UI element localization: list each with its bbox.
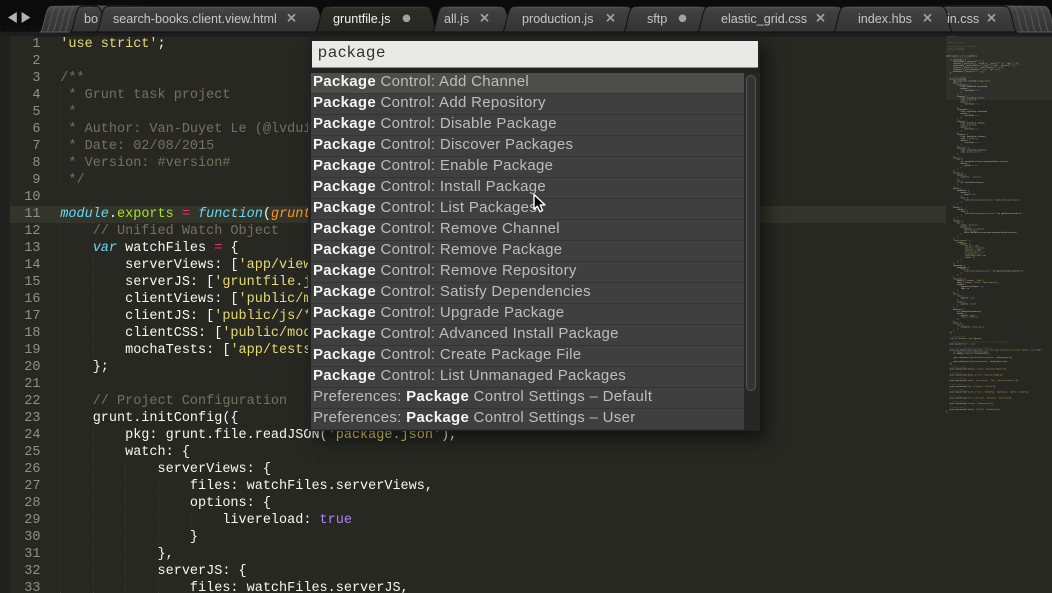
svg-text:index.hbs: index.hbs [858,12,912,26]
svg-text:gruntfile.js: gruntfile.js [333,12,390,26]
svg-text:elastic_grid.css: elastic_grid.css [721,12,807,26]
svg-text:in.css: in.css [947,12,979,26]
svg-text:sftp: sftp [647,12,667,26]
svg-text:search-books.client.view.html: search-books.client.view.html [113,12,277,26]
svg-text:bo: bo [84,12,98,26]
svg-text:production.js: production.js [522,12,593,26]
svg-text:all.js: all.js [444,12,469,26]
